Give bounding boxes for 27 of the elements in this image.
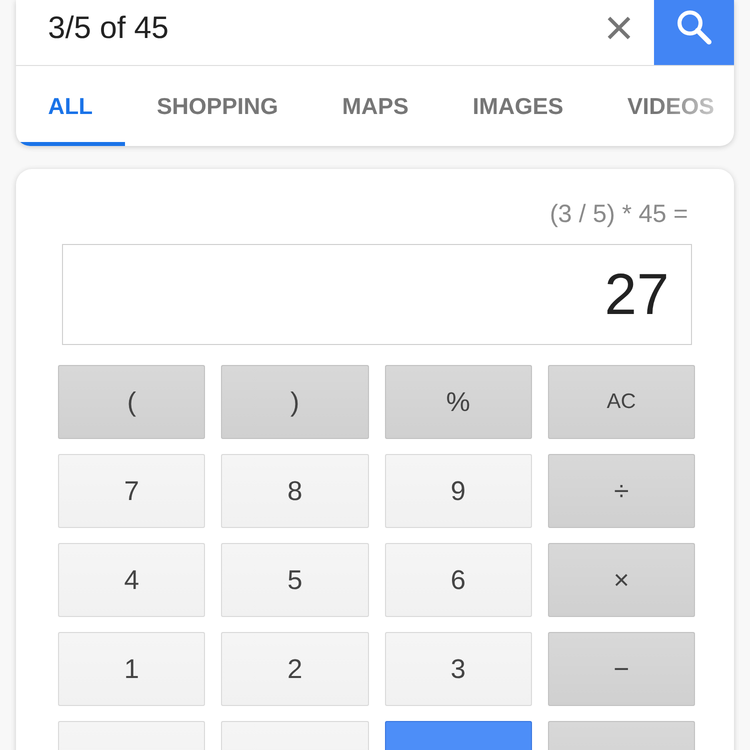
calculator-key[interactable]: % [384, 365, 532, 439]
calculator-key[interactable]: 5 [221, 543, 368, 617]
calculator-key[interactable]: ÷ [548, 454, 695, 528]
calculator-key[interactable]: 1 [58, 632, 206, 706]
calculator-key[interactable]: 4 [58, 543, 206, 617]
calculator-key[interactable]: 6 [384, 543, 532, 617]
tab[interactable]: IMAGES [440, 66, 596, 146]
calculator-key[interactable]: ( [58, 365, 206, 439]
close-icon[interactable] [607, 16, 631, 40]
calculator-key[interactable]: × [548, 543, 695, 617]
result-display: 27 [62, 244, 692, 345]
calculator-key[interactable]: − [548, 632, 695, 706]
search-button[interactable] [654, 0, 734, 65]
calculator-key[interactable]: 8 [221, 454, 368, 528]
calculator-key[interactable]: 7 [58, 454, 206, 528]
tab[interactable]: ALL [16, 66, 125, 146]
tab[interactable]: SHOPPING [124, 66, 310, 146]
expression-text: (3 / 5) * 45 = [550, 199, 688, 229]
search-field[interactable]: 3/5 of 45 [16, 0, 607, 65]
calculator-key[interactable]: AC [548, 365, 695, 439]
search-icon [676, 8, 712, 44]
calculator-key[interactable]: 2 [221, 632, 368, 706]
tab[interactable]: MAPS [310, 66, 441, 146]
calculator-key[interactable]: 9 [384, 454, 532, 528]
calculator-key[interactable]: 3 [384, 632, 532, 706]
tab[interactable]: VIDEOS [595, 66, 734, 146]
calculator-key[interactable]: ) [221, 365, 368, 439]
